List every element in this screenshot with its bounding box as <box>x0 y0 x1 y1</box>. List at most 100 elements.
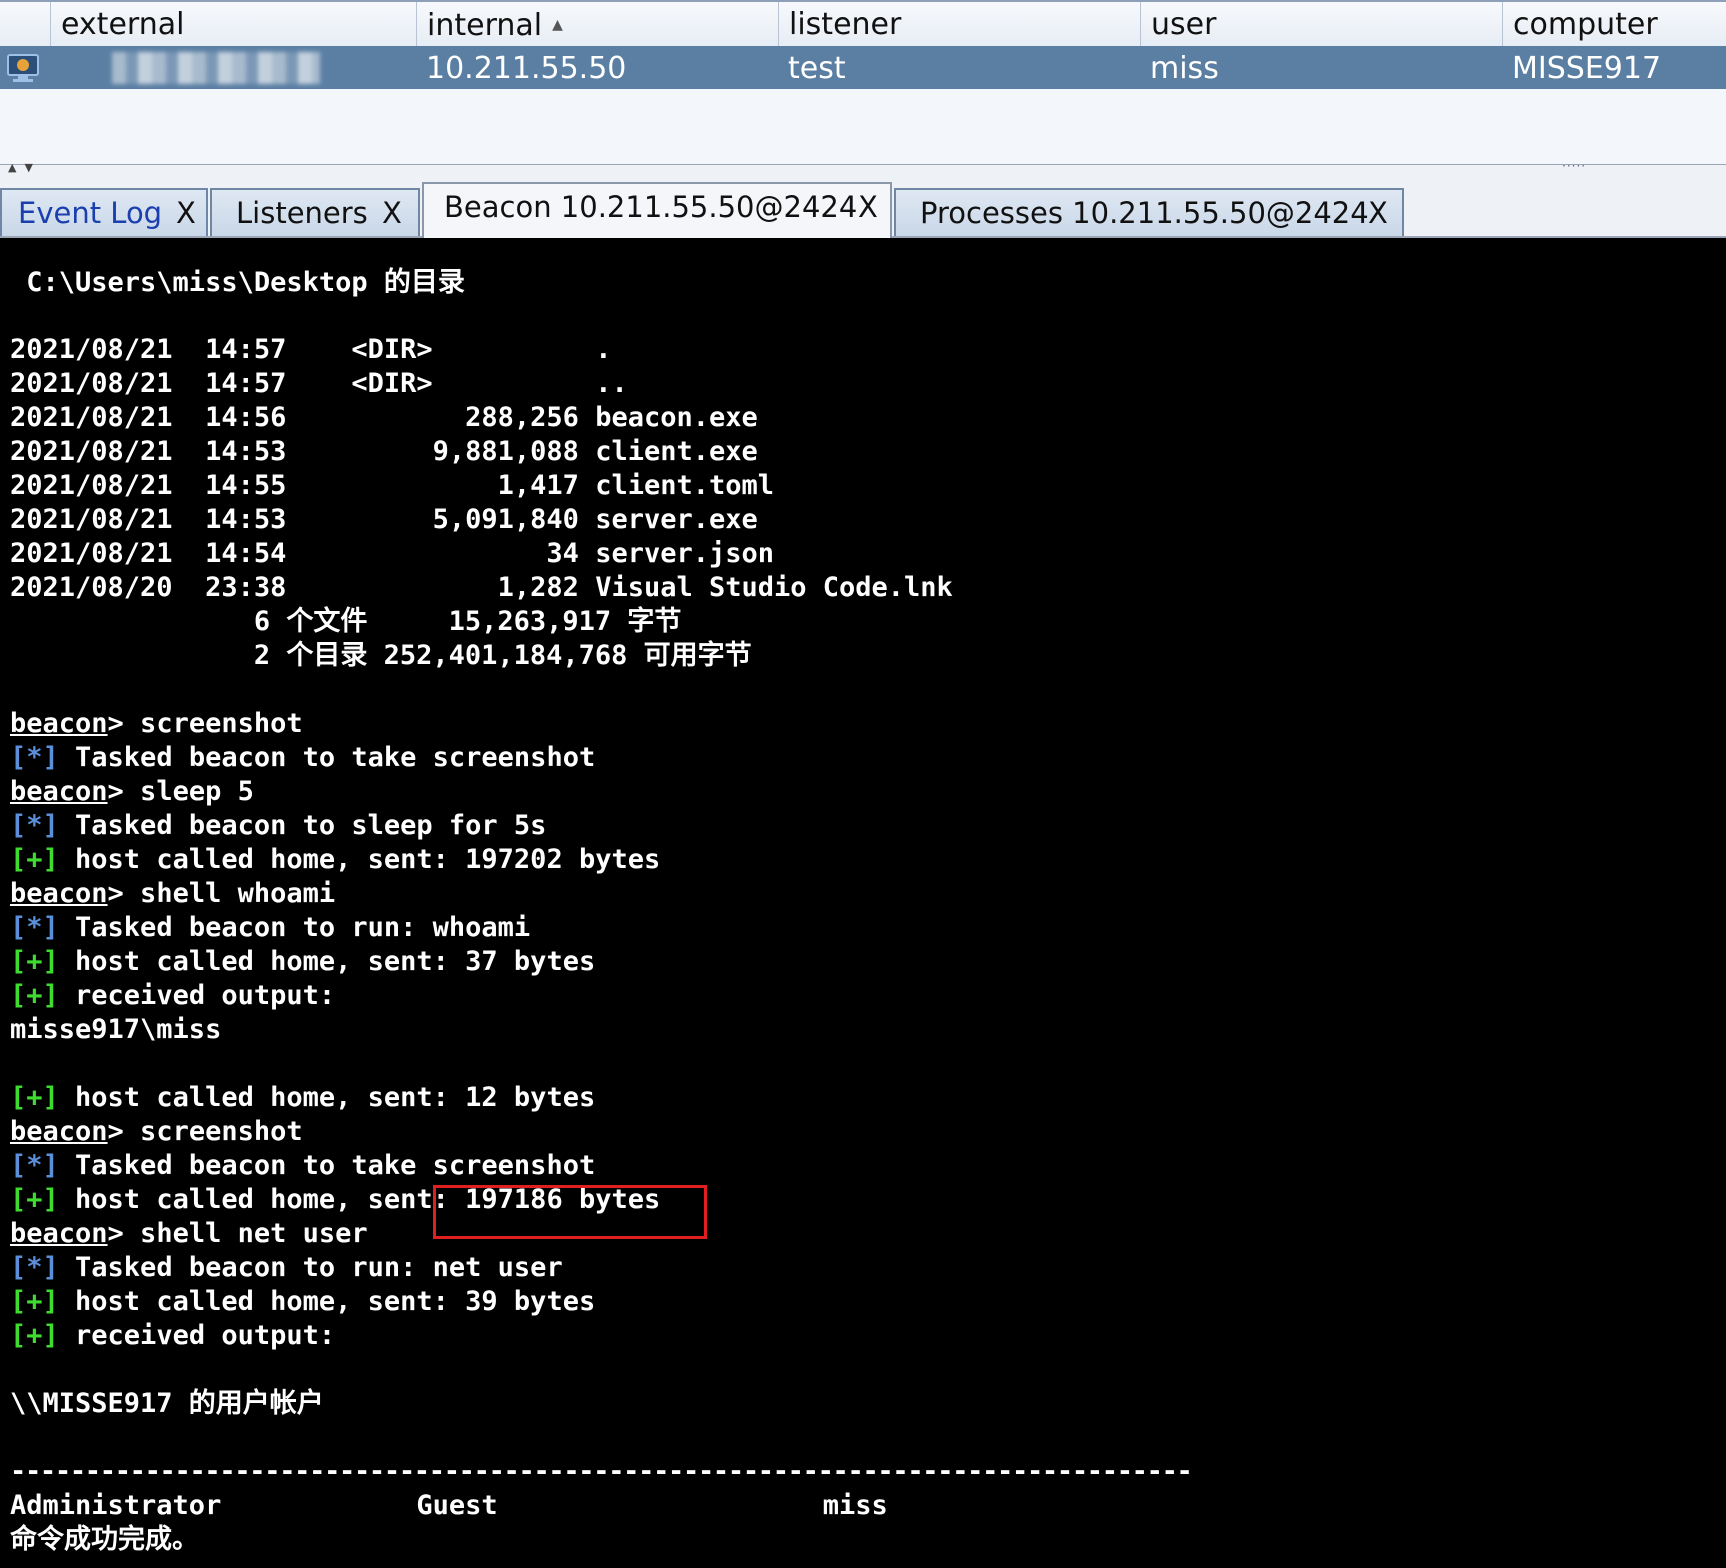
success-marker: [+] <box>10 1286 59 1317</box>
task-marker: [*] <box>10 810 59 841</box>
tab-bar: Event Log X Listeners X Beacon 10.211.55… <box>0 178 1726 238</box>
column-header-internal[interactable]: internal ▲ <box>416 2 778 46</box>
listing-summary: 6 个文件 15,263,917 字节 <box>10 606 682 637</box>
column-header-external[interactable]: external <box>50 2 416 46</box>
listing-line: 2021/08/21 14:57 <DIR> .. <box>10 368 628 399</box>
netuser-done: 命令成功完成。 <box>10 1524 199 1555</box>
tab-label: Processes 10.211.55.50@2424 <box>920 196 1369 230</box>
checkin-text: host called home, sent: 39 bytes <box>58 1286 596 1317</box>
close-icon[interactable]: X <box>382 196 402 230</box>
checkin-text: host called home, sent: 37 bytes <box>58 946 596 977</box>
sort-ascending-icon: ▲ <box>552 17 563 33</box>
command-line: beacon> sleep 5 <box>10 775 254 809</box>
column-header-label: external <box>61 7 185 42</box>
splitter-grip-icon[interactable]: ····· <box>1562 159 1586 173</box>
sessions-table: external internal ▲ listener user compute… <box>0 0 1726 166</box>
column-header-icon[interactable] <box>0 2 50 46</box>
task-marker: [*] <box>10 1150 59 1181</box>
session-computer-cell: MISSE917 <box>1512 51 1662 86</box>
column-header-label: listener <box>789 7 902 42</box>
prompt: beacon <box>10 776 108 807</box>
success-marker: [+] <box>10 1320 59 1351</box>
command-line: beacon> shell net user <box>10 1217 368 1251</box>
splitter-arrows-icon[interactable]: ▲▼ <box>8 161 41 174</box>
listing-line: 2021/08/21 14:53 9,881,088 client.exe <box>10 436 758 467</box>
close-icon[interactable]: X <box>176 196 196 230</box>
task-line: [*] Tasked beacon to run: whoami <box>10 911 530 945</box>
listing-line: 2021/08/21 14:53 5,091,840 server.exe <box>10 504 758 535</box>
listing-line: 2021/08/21 14:55 1,417 client.toml <box>10 470 775 501</box>
netuser-header: \\MISSE917 的用户帐户 <box>10 1388 324 1419</box>
close-icon[interactable]: X <box>1368 196 1388 230</box>
output-text: received output: <box>58 1320 336 1351</box>
task-text: Tasked beacon to take screenshot <box>58 742 596 773</box>
redacted-external-ip <box>112 52 320 84</box>
prompt: beacon <box>10 878 108 909</box>
task-marker: [*] <box>10 742 59 773</box>
session-listener-cell: test <box>788 51 846 86</box>
tab-processes[interactable]: Processes 10.211.55.50@2424 X <box>894 188 1404 236</box>
command-text: > screenshot <box>107 708 303 739</box>
prompt: beacon <box>10 1116 108 1147</box>
output-line: [+] received output: <box>10 979 335 1013</box>
cobalt-strike-window: external internal ▲ listener user compute… <box>0 0 1726 1568</box>
output-line: [+] received output: <box>10 1319 335 1353</box>
sessions-table-header: external internal ▲ listener user compute… <box>0 2 1726 47</box>
tab-listeners[interactable]: Listeners X <box>210 188 420 236</box>
tab-event-log[interactable]: Event Log X <box>0 188 208 236</box>
whoami-output: misse917\miss <box>10 1014 222 1045</box>
success-marker: [+] <box>10 980 59 1011</box>
checkin-line: [+] host called home, sent: 197202 bytes <box>10 843 660 877</box>
command-text: > sleep 5 <box>107 776 254 807</box>
session-row[interactable]: 10.211.55.50 test miss MISSE917 <box>0 46 1726 89</box>
column-header-label: user <box>1151 7 1217 42</box>
beacon-console[interactable]: C:\Users\miss\Desktop 的目录 2021/08/21 14:… <box>0 240 1726 1568</box>
column-header-user[interactable]: user <box>1140 2 1502 46</box>
tab-label: Listeners <box>236 196 368 230</box>
checkin-line: [+] host called home, sent: 37 bytes <box>10 945 595 979</box>
close-icon[interactable]: X <box>858 190 878 224</box>
tab-label: Beacon 10.211.55.50@2424 <box>444 190 858 224</box>
task-line: [*] Tasked beacon to take screenshot <box>10 1149 595 1183</box>
task-marker: [*] <box>10 1252 59 1283</box>
listing-line: 2021/08/21 14:56 288,256 beacon.exe <box>10 402 758 433</box>
session-external-cell <box>50 46 416 89</box>
command-text: > screenshot <box>107 1116 303 1147</box>
netuser-separator: ----------------------------------------… <box>10 1456 1193 1487</box>
session-user-cell: miss <box>1150 51 1219 86</box>
task-text: Tasked beacon to take screenshot <box>58 1150 596 1181</box>
listing-summary: 2 个目录 252,401,184,768 可用字节 <box>10 640 752 671</box>
prompt: beacon <box>10 1218 108 1249</box>
tab-beacon[interactable]: Beacon 10.211.55.50@2424 X <box>422 182 892 238</box>
command-text: > shell net user <box>107 1218 368 1249</box>
column-header-label: internal <box>427 8 543 43</box>
dir-header: C:\Users\miss\Desktop 的目录 <box>10 267 465 298</box>
checkin-text: host called home, sent: 12 bytes <box>58 1082 596 1113</box>
output-text: received output: <box>58 980 336 1011</box>
column-header-computer[interactable]: computer <box>1502 2 1726 46</box>
pane-splitter[interactable]: ▲▼ ····· <box>0 159 1726 179</box>
task-line: [*] Tasked beacon to sleep for 5s <box>10 809 546 843</box>
command-text: > shell whoami <box>107 878 336 909</box>
task-line: [*] Tasked beacon to run: net user <box>10 1251 563 1285</box>
prompt: beacon <box>10 708 108 739</box>
checkin-text: host called home, sent: 197202 bytes <box>58 844 661 875</box>
listing-line: 2021/08/20 23:38 1,282 Visual Studio Cod… <box>10 572 953 603</box>
checkin-line: [+] host called home, sent: 12 bytes <box>10 1081 595 1115</box>
task-text: Tasked beacon to sleep for 5s <box>58 810 547 841</box>
red-annotation-box <box>433 1185 707 1239</box>
sessions-empty-area <box>0 89 1726 166</box>
task-marker: [*] <box>10 912 59 943</box>
task-line: [*] Tasked beacon to take screenshot <box>10 741 595 775</box>
success-marker: [+] <box>10 844 59 875</box>
command-line: beacon> screenshot <box>10 1115 303 1149</box>
success-marker: [+] <box>10 946 59 977</box>
session-internal-cell: 10.211.55.50 <box>426 51 627 86</box>
command-line: beacon> screenshot <box>10 707 303 741</box>
column-header-listener[interactable]: listener <box>778 2 1140 46</box>
netuser-accounts: Administrator Guest miss <box>10 1490 888 1521</box>
column-header-label: computer <box>1513 7 1658 42</box>
success-marker: [+] <box>10 1184 59 1215</box>
command-line: beacon> shell whoami <box>10 877 335 911</box>
tab-label: Event Log <box>18 196 163 230</box>
